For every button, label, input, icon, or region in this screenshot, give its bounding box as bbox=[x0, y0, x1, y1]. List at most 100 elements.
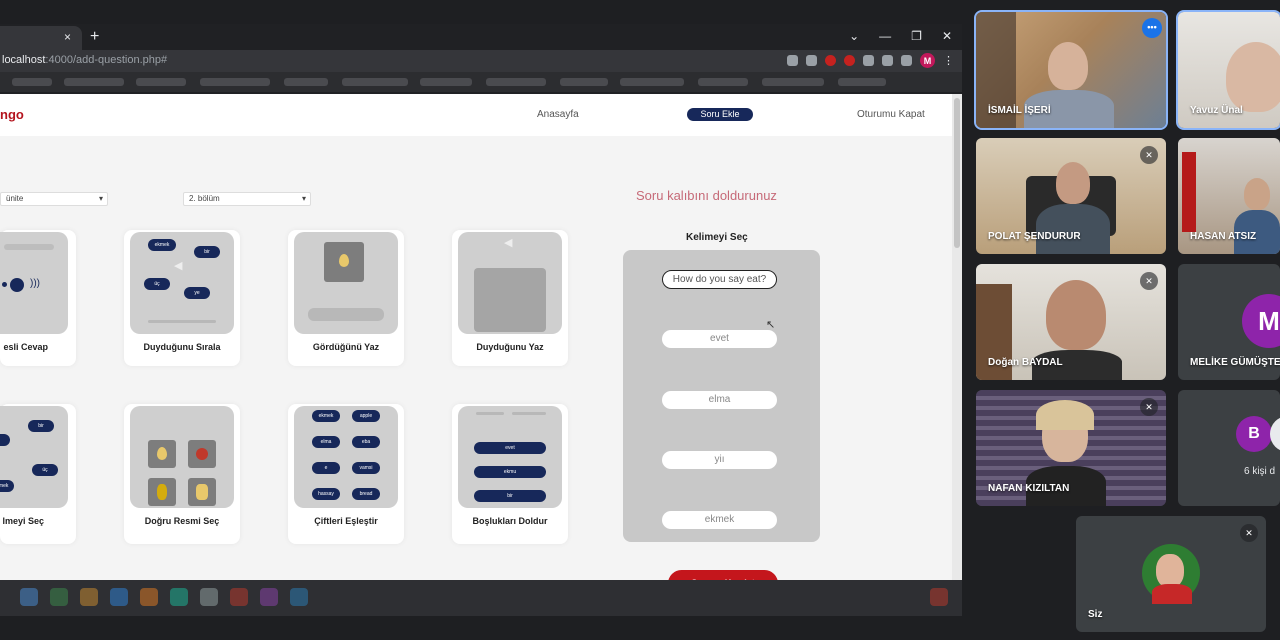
nav-add-question-link[interactable]: Soru Ekle bbox=[687, 108, 753, 121]
card-thumbnail: evet ekmu bir bbox=[458, 406, 562, 508]
nav-logout-link[interactable]: Oturumu Kapat bbox=[857, 109, 925, 120]
question-type-card[interactable]: Doğru Resmi Seç bbox=[130, 406, 234, 526]
card-label: Duyduğunu Sırala bbox=[143, 342, 221, 352]
window-controls: ⌄ — ❐ ✕ bbox=[849, 29, 952, 43]
browser-tab[interactable]: × bbox=[0, 26, 82, 50]
bookmark[interactable] bbox=[136, 78, 186, 86]
placeholder-bar bbox=[512, 412, 546, 415]
participant-face bbox=[1244, 178, 1270, 210]
card-thumbnail: ekmek apple elma eba e vamsi hassay brea… bbox=[294, 406, 398, 508]
taskbar-app-icon[interactable] bbox=[170, 588, 188, 606]
sidebar-icon[interactable] bbox=[901, 55, 912, 66]
taskbar-app-icon[interactable] bbox=[930, 588, 948, 606]
answer-option-1[interactable]: evet bbox=[662, 330, 777, 348]
word-pill: hassay bbox=[312, 488, 340, 500]
profile-avatar[interactable]: M bbox=[920, 53, 935, 68]
new-tab-icon[interactable]: + bbox=[90, 28, 99, 46]
question-type-card[interactable]: Gördüğünü Yaz bbox=[294, 232, 398, 352]
word-pill bbox=[0, 434, 10, 446]
bookmark[interactable] bbox=[64, 78, 124, 86]
taskbar-app-icon[interactable] bbox=[260, 588, 278, 606]
taskbar-app-icon[interactable] bbox=[20, 588, 38, 606]
taskbar-app-icon[interactable] bbox=[50, 588, 68, 606]
bookmark[interactable] bbox=[620, 78, 684, 86]
taskbar-app-icon[interactable] bbox=[200, 588, 218, 606]
participant-tile[interactable]: ✕ NAFAN KIZILTAN bbox=[976, 390, 1166, 506]
others-tile[interactable]: B 6 kişi d bbox=[1178, 390, 1280, 506]
card-thumbnail: ekmek bir ◀ üç ye bbox=[130, 232, 234, 334]
pineapple-icon bbox=[157, 484, 167, 500]
bookmark[interactable] bbox=[200, 78, 270, 86]
question-type-card[interactable]: ))) esli Cevap bbox=[0, 232, 68, 352]
taskbar-app-icon[interactable] bbox=[110, 588, 128, 606]
word-pill: elma bbox=[312, 436, 340, 448]
answer-option-4[interactable]: ekmek bbox=[662, 511, 777, 529]
audio-dot bbox=[10, 278, 24, 292]
minimize-icon[interactable]: — bbox=[879, 29, 891, 43]
card-thumbnail: ◀ bbox=[458, 232, 562, 334]
bookmark[interactable] bbox=[762, 78, 824, 86]
question-type-card[interactable]: bir üç ekmek lmeyi Seç bbox=[0, 406, 68, 526]
participant-tile[interactable]: ✕ Doğan BAYDAL bbox=[976, 264, 1166, 380]
bookmark[interactable] bbox=[284, 78, 328, 86]
bookmark[interactable] bbox=[12, 78, 52, 86]
bookmark[interactable] bbox=[486, 78, 546, 86]
star-icon[interactable] bbox=[806, 55, 817, 66]
section-select-value: 2. bölüm bbox=[189, 194, 220, 203]
media-icon[interactable] bbox=[882, 55, 893, 66]
close-window-icon[interactable]: ✕ bbox=[942, 29, 952, 43]
chevron-down-icon[interactable]: ⌄ bbox=[849, 29, 859, 43]
bookmark[interactable] bbox=[342, 78, 408, 86]
question-type-card[interactable]: evet ekmu bir Boşlukları Doldur bbox=[458, 406, 562, 526]
participant-tile[interactable]: ••• İSMAİL İŞERİ bbox=[974, 10, 1168, 130]
participant-tile[interactable]: HASAN ATSIZ bbox=[1178, 138, 1280, 254]
nav-home-link[interactable]: Anasayfa bbox=[537, 109, 579, 120]
taskbar-app-icon[interactable] bbox=[290, 588, 308, 606]
save-question-button[interactable]: Soruyu Kaydet bbox=[668, 570, 778, 580]
taskbar-app-icon[interactable] bbox=[80, 588, 98, 606]
taskbar-app-icon[interactable] bbox=[230, 588, 248, 606]
participant-name: POLAT ŞENDURUR bbox=[988, 231, 1081, 242]
bookmark[interactable] bbox=[420, 78, 472, 86]
participant-tile[interactable]: M MELİKE GÜMÜŞTE bbox=[1178, 264, 1280, 380]
question-type-card[interactable]: ekmek apple elma eba e vamsi hassay brea… bbox=[294, 406, 398, 526]
close-tab-icon[interactable]: × bbox=[64, 30, 71, 44]
mouse-cursor-icon: ↖ bbox=[766, 319, 776, 331]
question-type-card[interactable]: ◀ Duyduğunu Yaz bbox=[458, 232, 562, 352]
scrollbar-thumb[interactable] bbox=[954, 98, 960, 248]
word-pill: vamsi bbox=[352, 462, 380, 474]
taskbar-app-icon[interactable] bbox=[140, 588, 158, 606]
answer-option-2[interactable]: elma bbox=[662, 391, 777, 409]
site-logo[interactable]: ngo bbox=[0, 107, 24, 122]
bookmark[interactable] bbox=[698, 78, 748, 86]
bookmark[interactable] bbox=[560, 78, 608, 86]
card-label: Çiftleri Eşleştir bbox=[314, 516, 378, 526]
menu-icon[interactable]: ⋮ bbox=[943, 54, 954, 67]
maximize-icon[interactable]: ❐ bbox=[911, 29, 922, 43]
question-input[interactable]: How do you say eat? bbox=[662, 270, 777, 289]
participant-tile[interactable]: Yavuz Ünal bbox=[1176, 10, 1280, 130]
puzzle-icon[interactable] bbox=[863, 55, 874, 66]
more-options-icon[interactable]: ••• bbox=[1142, 18, 1162, 38]
self-tile[interactable]: ✕ Siz bbox=[1076, 516, 1266, 632]
unit-select[interactable]: ünite ▾ bbox=[0, 192, 108, 206]
share-icon[interactable] bbox=[787, 55, 798, 66]
tab-bar: × + ⌄ — ❐ ✕ bbox=[0, 24, 962, 50]
answer-option-3[interactable]: yiı bbox=[662, 451, 777, 469]
extension-icon[interactable] bbox=[825, 55, 836, 66]
taskbar bbox=[0, 580, 962, 616]
question-type-card[interactable]: ekmek bir ◀ üç ye Duyduğunu Sırala bbox=[130, 232, 234, 352]
form-subtitle: Kelimeyi Seç bbox=[686, 232, 748, 243]
extension-icon[interactable] bbox=[844, 55, 855, 66]
card-thumbnail: ))) bbox=[0, 232, 68, 334]
address-bar[interactable]: localhost:4000/add-question.php# M ⋮ bbox=[0, 50, 962, 72]
page-scrollbar[interactable] bbox=[952, 94, 962, 580]
participant-tile[interactable]: ✕ POLAT ŞENDURUR bbox=[976, 138, 1166, 254]
word-pill: bread bbox=[352, 488, 380, 500]
participant-name: Doğan BAYDAL bbox=[988, 357, 1063, 368]
section-select[interactable]: 2. bölüm ▾ bbox=[183, 192, 311, 206]
word-pill: apple bbox=[352, 410, 380, 422]
bookmark[interactable] bbox=[838, 78, 886, 86]
url-text[interactable]: localhost:4000/add-question.php# bbox=[2, 54, 167, 66]
web-page: ngo Anasayfa Soru Ekle Oturumu Kapat üni… bbox=[0, 94, 962, 580]
